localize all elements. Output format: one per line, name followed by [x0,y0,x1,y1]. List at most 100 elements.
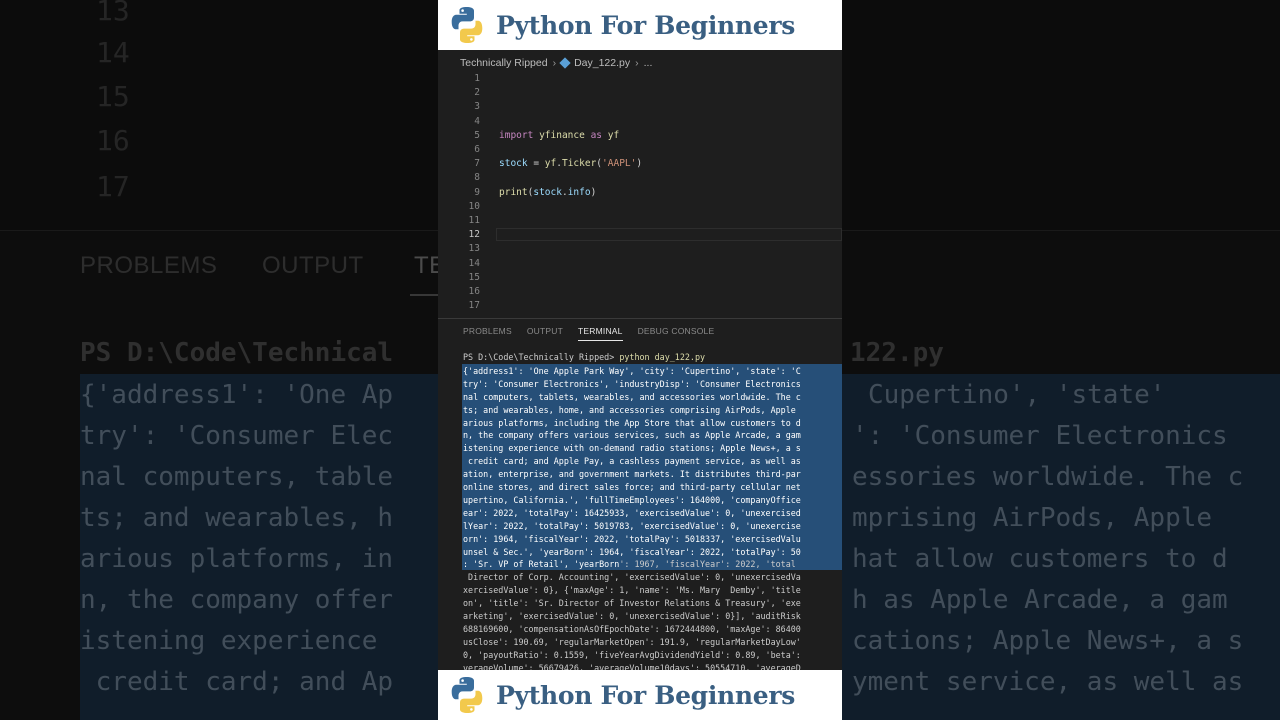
python-file-icon [559,57,571,69]
terminal-output-line: orn': 1964, 'fiscalYear': 2022, 'totalPa… [463,533,801,544]
breadcrumb-more[interactable]: ... [644,57,653,69]
terminal-output-line: n, the company offers various services, … [463,430,801,441]
code-line[interactable]: 11 [438,214,842,228]
terminal-output-line: ation, enterprise, and government market… [463,469,801,480]
line-number: 6 [474,144,480,155]
terminal-output-line: : 'Sr. VP of Retail', 'yearBorn': 1967, … [463,558,796,570]
code-token: = [527,158,545,170]
terminal-output-line: xercisedValue': 0}, {'maxAge': 1, 'name'… [463,585,801,596]
code-line[interactable]: 3 [438,100,842,114]
line-number: 11 [468,215,480,226]
code-line[interactable]: 6 [438,143,842,157]
terminal-output-line: nal computers, tablets, wearables, and a… [463,391,801,402]
line-number: 3 [474,101,480,113]
line-number: 4 [474,115,480,127]
terminal-output-line: {'address1': 'One Apple Park Way', 'city… [463,365,801,376]
breadcrumb-folder[interactable]: Technically Ripped [460,57,548,69]
terminal-output-line: istening experience with on-demand radio… [463,443,801,454]
terminal-output-line: try': 'Consumer Electronics', 'industryD… [463,378,801,389]
line-number: 8 [474,172,480,184]
code-line[interactable]: 17 [438,299,842,313]
code-text: stock = yf.Ticker('AAPL') [499,157,642,171]
terminal-output-line: online stores, and direct sales force; a… [463,482,801,492]
code-line[interactable]: 10 [438,200,842,214]
line-number: 5 [474,129,480,141]
code-token: yfinance [539,129,585,141]
terminal-output-line: on', 'title': 'Sr. Director of Investor … [463,598,801,609]
panel-tabs: PROBLEMS OUTPUT TERMINAL DEBUG CONSOLE [463,326,714,341]
terminal-output-line: arious platforms, including the App Stor… [463,417,801,428]
code-line[interactable]: 12 [438,228,842,242]
line-number: 14 [468,257,480,269]
line-number: 7 [474,158,480,170]
code-token: yf [544,158,557,170]
line-number: 13 [468,243,480,255]
terminal-output-line: lYear': 2022, 'totalPay': 5019783, 'exer… [463,520,801,531]
bottom-panel: PROBLEMS OUTPUT TERMINAL DEBUG CONSOLE P… [438,318,842,671]
terminal-output-line: ear': 2022, 'totalPay': 16425933, 'exerc… [463,507,801,518]
code-token: stock [533,186,562,198]
code-line[interactable]: 5 import yfinance as yf [438,129,842,143]
code-line[interactable]: 1 [438,72,842,86]
code-line[interactable]: 4 [438,115,842,129]
code-token: ) [636,158,643,170]
code-line[interactable]: 8 [438,171,842,185]
brand-banner-top: Python For Beginners [438,0,842,50]
brand-title: Python For Beginners [496,10,796,40]
line-number: 2 [474,87,480,99]
code-token: print [499,186,528,198]
current-line-highlight [496,228,842,242]
python-logo-icon [451,7,483,43]
code-token: Ticker [561,158,597,170]
code-editor[interactable]: 1 2 3 4 5 import yfinance as yf 6 7 stock = yf.T… [438,72,842,316]
unselected-text: ': 1967, 'fiscalYear': 2022, 'total [619,559,796,570]
line-number: 10 [468,200,480,212]
python-logo-icon [451,677,483,713]
code-token: yf [607,129,620,141]
code-line[interactable]: 13 [438,242,842,256]
brand-title: Python For Beginners [496,680,796,710]
code-line[interactable]: 7 stock = yf.Ticker('AAPL') [438,157,842,171]
terminal-prompt: PS D:\Code\Technically Ripped> [463,352,615,362]
tab-debug-console[interactable]: DEBUG CONSOLE [638,326,715,341]
chevron-right-icon: › [552,57,557,69]
code-line[interactable]: 2 [438,86,842,100]
code-line[interactable]: 15 [438,271,842,285]
terminal-output-line: ts; and wearables, home, and accessories… [463,404,796,415]
code-token: import [499,129,534,141]
line-number: 17 [468,300,480,312]
terminal-command: python day_122.py [619,352,706,362]
terminal-prompt-line: PS D:\Code\Technically Ripped> python da… [463,351,705,363]
code-text: import yfinance as yf [499,129,619,143]
breadcrumb: Technically Ripped › Day_122.py › ... [438,52,842,74]
line-number: 15 [468,271,480,283]
tab-problems[interactable]: PROBLEMS [463,326,512,341]
terminal-output-line: 0, 'payoutRatio': 0.1559, 'fiveYearAvgDi… [463,649,801,660]
terminal-output-line: upertino, California.', 'fullTimeEmploye… [463,494,801,505]
code-token: info [567,186,591,198]
video-frame: Python For Beginners Technically Ripped … [438,0,842,720]
line-number: 16 [468,286,480,297]
code-token: as [590,129,603,141]
line-number: 12 [468,229,480,241]
line-number: 1 [474,73,480,84]
code-text: print(stock.info) [499,186,596,200]
brand-banner-bottom: Python For Beginners [438,670,842,720]
code-token: stock [499,158,528,170]
code-line[interactable]: 14 [438,257,842,271]
terminal-output-line: arketing', 'exercisedValue': 0, 'unexerc… [463,611,801,621]
code-line[interactable]: 9 print(stock.info) [438,186,842,200]
selected-text: : 'Sr. VP of Retail', 'yearBorn [463,559,620,570]
terminal-output-line: usClose': 190.69, 'regularMarketOpen': 1… [463,636,801,647]
terminal-output-line: unsel & Sec.', 'yearBorn': 1964, 'fiscal… [463,546,801,557]
breadcrumb-file[interactable]: Day_122.py [574,57,630,69]
terminal-output-line: 688169600, 'compensationAsOfEpochDate': … [463,623,801,634]
code-line[interactable]: 16 [438,285,842,299]
chevron-right-icon: › [635,57,639,69]
terminal-output-line: Director of Corp. Accounting', 'exercise… [463,572,801,583]
line-number: 9 [474,186,480,198]
terminal[interactable]: PS D:\Code\Technically Ripped> python da… [438,351,842,671]
tab-output[interactable]: OUTPUT [527,326,563,341]
tab-terminal[interactable]: TERMINAL [578,326,623,341]
code-token: ) [590,186,597,198]
